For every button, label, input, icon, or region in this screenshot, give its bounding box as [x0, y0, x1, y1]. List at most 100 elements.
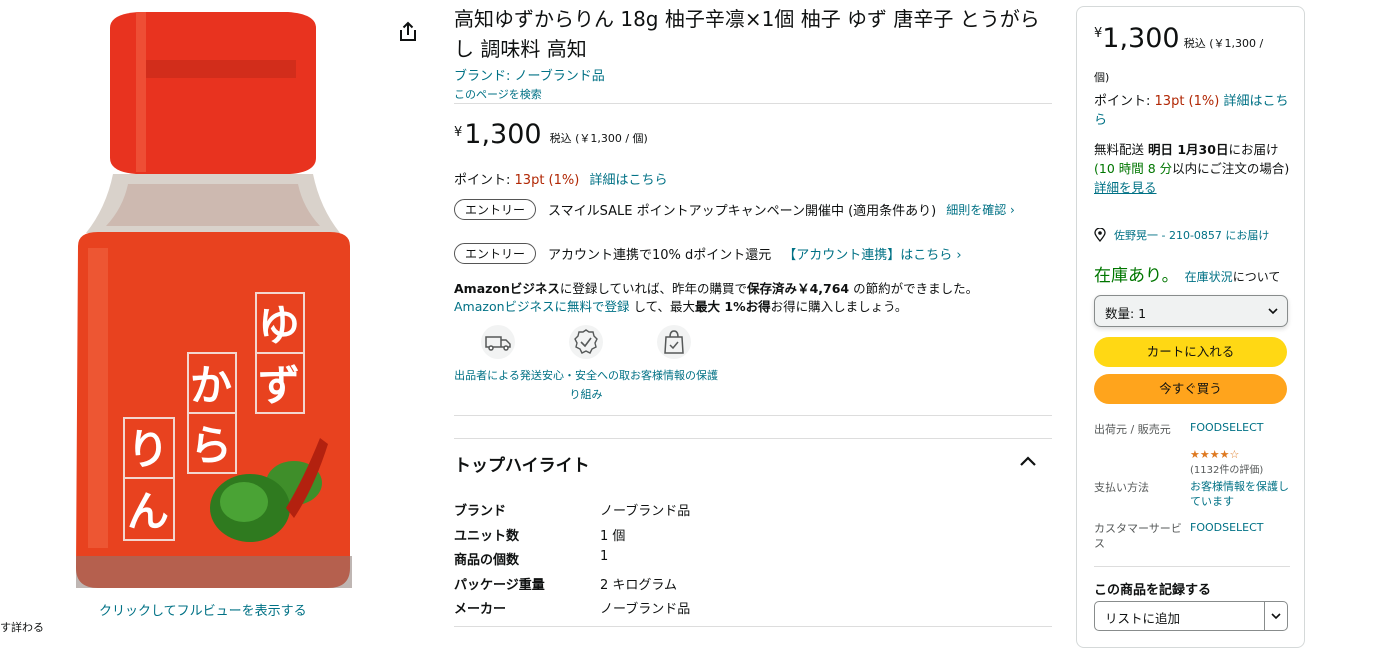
countdown-suffix: 以内にご注文の場合): [1172, 161, 1290, 176]
buybox-points: ポイント: 13pt (1%) 詳細はこちら: [1094, 92, 1290, 130]
search-page-link[interactable]: このページを検索: [454, 86, 542, 102]
campaign-row: エントリー スマイルSALE ポイントアップキャンペーン開催中 (適用条件あり)…: [454, 199, 1015, 220]
delivery-suffix: にお届け: [1228, 142, 1279, 157]
image-panel: ゆ ず か ら り ん クリックしてフルビューを表示する す詳わる: [0, 0, 440, 634]
table-row: ブランド ノーブランド品: [454, 500, 690, 525]
feature-label: 出品者による発送: [454, 369, 542, 382]
campaign-text: アカウント連携で10% dポイント還元: [548, 248, 772, 263]
price-amount: 1,300: [1102, 23, 1180, 54]
divider: [454, 626, 1052, 627]
business-savings-line: Amazonビジネスに登録していれば、昨年の購買で保存済み￥4,764 の節約が…: [454, 278, 978, 297]
points-details-link[interactable]: 詳細はこちら: [589, 173, 667, 188]
add-to-cart-button[interactable]: カートに入れる: [1094, 337, 1287, 367]
chevron-down-icon: [1268, 308, 1278, 315]
delivery-info: 無料配送 明日 1月30日にお届け (10 時間 8 分以内にご注文の場合) 詳…: [1094, 140, 1290, 197]
delivery-details-link[interactable]: 詳細を見る: [1094, 180, 1157, 195]
payment-row: 支払い方法 お客様情報を保護しています: [1094, 479, 1290, 509]
table-row: メーカー ノーブランド品: [454, 598, 690, 623]
seller-row: 出荷元 / 販売元 FOODSELECT: [1094, 421, 1264, 437]
delivery-location[interactable]: 佐野晃一 - 210-0857 にお届け: [1094, 227, 1269, 243]
tax-note: 税込 (￥1,300 / 個): [549, 132, 648, 145]
label-char-4: ら: [190, 421, 232, 470]
spec-value: 1 個: [600, 528, 626, 544]
tax-note: 税込 (￥1,300 /: [1183, 37, 1264, 50]
delivery-prefix: 無料配送: [1094, 142, 1145, 157]
location-text: 佐野晃一 - 210-0857 にお届け: [1114, 229, 1270, 242]
delivery-countdown: (10 時間 8 分: [1094, 161, 1173, 176]
business-register-link[interactable]: Amazonビジネスに無料で登録: [454, 299, 630, 314]
delivery-date: 明日 1月30日: [1148, 142, 1229, 157]
points-line: ポイント: 13pt (1%) 詳細はこちら: [454, 169, 667, 188]
business-brand: Amazonビジネス: [454, 281, 560, 296]
cutoff-text: す詳わる: [0, 621, 44, 634]
divider: [1094, 566, 1290, 567]
feature-safety[interactable]: 安心・安全への取り組み: [542, 322, 630, 404]
payment-link[interactable]: お客様情報を保護しています: [1190, 479, 1290, 509]
feature-label: お客様情報の保護: [630, 369, 718, 382]
business-text: して、最大: [633, 299, 696, 314]
campaign-terms-link[interactable]: 細則を確認 ›: [946, 201, 1015, 218]
label-char-5: り: [127, 425, 169, 474]
account-link[interactable]: 【アカウント連携】はこちら ›: [783, 244, 961, 263]
business-text: に登録していれば、昨年の購買で: [559, 281, 748, 296]
rating-row: ★★★★☆ (1132件の評価): [1094, 448, 1263, 476]
stock-text: 在庫あり。: [1094, 266, 1179, 286]
chevron-up-icon[interactable]: [1018, 453, 1038, 469]
brand-link[interactable]: ブランド: ノーブランド品: [454, 65, 605, 84]
truck-icon: [481, 325, 515, 359]
spec-key: メーカー: [454, 602, 507, 617]
top-highlights-title: トップハイライト: [454, 456, 590, 476]
campaign-row: エントリー アカウント連携で10% dポイント還元 【アカウント連携】はこちら …: [454, 243, 962, 264]
table-row: パッケージ重量 2 キログラム: [454, 574, 690, 599]
chevron-down-icon[interactable]: [1270, 611, 1282, 621]
price-block: ¥ 1,300 税込 (￥1,300 / 個): [454, 120, 648, 150]
entry-button[interactable]: エントリー: [454, 243, 537, 264]
spec-value: ノーブランド品: [600, 602, 691, 617]
unit-note: 個): [1094, 71, 1110, 84]
cs-link[interactable]: FOODSELECT: [1190, 521, 1264, 551]
feature-privacy[interactable]: お客様情報の保護: [630, 322, 718, 404]
table-row: ユニット数 1 個: [454, 525, 690, 550]
quantity-select[interactable]: 数量: 1: [1094, 295, 1288, 327]
entry-button[interactable]: エントリー: [454, 199, 537, 220]
highlights-table: ブランド ノーブランド品 ユニット数 1 個 商品の個数 1 パッケージ重量 2…: [454, 500, 690, 623]
product-title: 高知ゆずからりん 18g 柚子辛凛×1個 柚子 ゆず 唐辛子 とうがらし 調味料…: [454, 7, 1040, 61]
fullview-link[interactable]: クリックしてフルビューを表示する: [99, 600, 307, 619]
spec-value: 2 キログラム: [600, 577, 678, 593]
feature-seller-shipping[interactable]: 出品者による発送: [454, 322, 542, 404]
add-to-list-select[interactable]: リストに追加: [1094, 601, 1288, 631]
feature-label: 安心・安全への取り組み: [542, 369, 630, 401]
campaign-text: スマイルSALE ポイントアップキャンペーン開催中 (適用条件あり): [548, 204, 937, 219]
divider: [454, 415, 1052, 416]
currency-symbol: ¥: [454, 125, 463, 140]
product-image[interactable]: ゆ ず か ら り ん: [58, 8, 366, 598]
table-row: 商品の個数 1: [454, 549, 690, 574]
saved-amount: ￥4,764: [797, 281, 850, 296]
customer-service-row: カスタマーサービス FOODSELECT: [1094, 521, 1264, 551]
spec-key: ユニット数: [454, 528, 520, 544]
stock-status: 在庫あり。 在庫状況について: [1094, 261, 1280, 286]
label-char-6: ん: [127, 487, 169, 536]
rating-count[interactable]: (1132件の評価): [1190, 461, 1263, 476]
label-char-2: ず: [258, 361, 300, 410]
location-pin-icon: [1094, 228, 1106, 242]
label-char-3: か: [190, 361, 232, 410]
stock-link[interactable]: 在庫状況: [1185, 270, 1233, 284]
divider: [454, 103, 1052, 104]
label-char-1: ゆ: [258, 301, 300, 350]
rating-stars-icon[interactable]: ★★★★☆: [1190, 448, 1263, 461]
spec-key: パッケージ重量: [454, 577, 545, 593]
spec-key: 商品の個数: [454, 553, 520, 568]
cs-key: カスタマーサービス: [1094, 522, 1182, 550]
share-icon[interactable]: [396, 20, 420, 44]
business-register-line: Amazonビジネスに無料で登録 して、最大最大 1%お得お得に購入しましょう。: [454, 296, 907, 315]
record-item-title: この商品を記録する: [1094, 583, 1212, 598]
points-value: 13pt (1%): [514, 173, 580, 188]
quantity-label: 数量: 1: [1105, 306, 1147, 321]
top-highlights-header[interactable]: トップハイライト: [454, 438, 1052, 483]
buybox-price: ¥1,300 税込 (￥1,300 /: [1094, 23, 1290, 54]
buy-now-button[interactable]: 今すぐ買う: [1094, 374, 1287, 404]
currency-symbol: ¥: [1094, 26, 1103, 41]
business-discount: 最大 1%お得: [695, 299, 771, 314]
seller-link[interactable]: FOODSELECT: [1190, 421, 1264, 437]
